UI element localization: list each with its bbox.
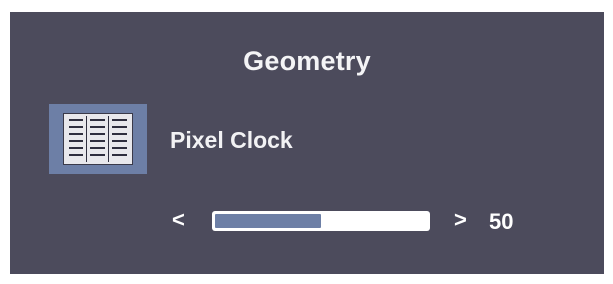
increase-arrow-icon[interactable]: >	[454, 208, 467, 232]
slider-value: 50	[489, 209, 514, 234]
slider-fill	[215, 214, 321, 228]
pixel-clock-slider[interactable]	[212, 211, 430, 231]
pixel-clock-icon	[49, 104, 147, 174]
osd-menu-panel: Geometry Pixel Clock < > 50	[10, 12, 604, 274]
pixel-clock-label: Pixel Clock	[170, 127, 293, 153]
grid-pattern-icon	[63, 113, 133, 165]
menu-title: Geometry	[243, 46, 371, 76]
decrease-arrow-icon[interactable]: <	[172, 208, 185, 232]
